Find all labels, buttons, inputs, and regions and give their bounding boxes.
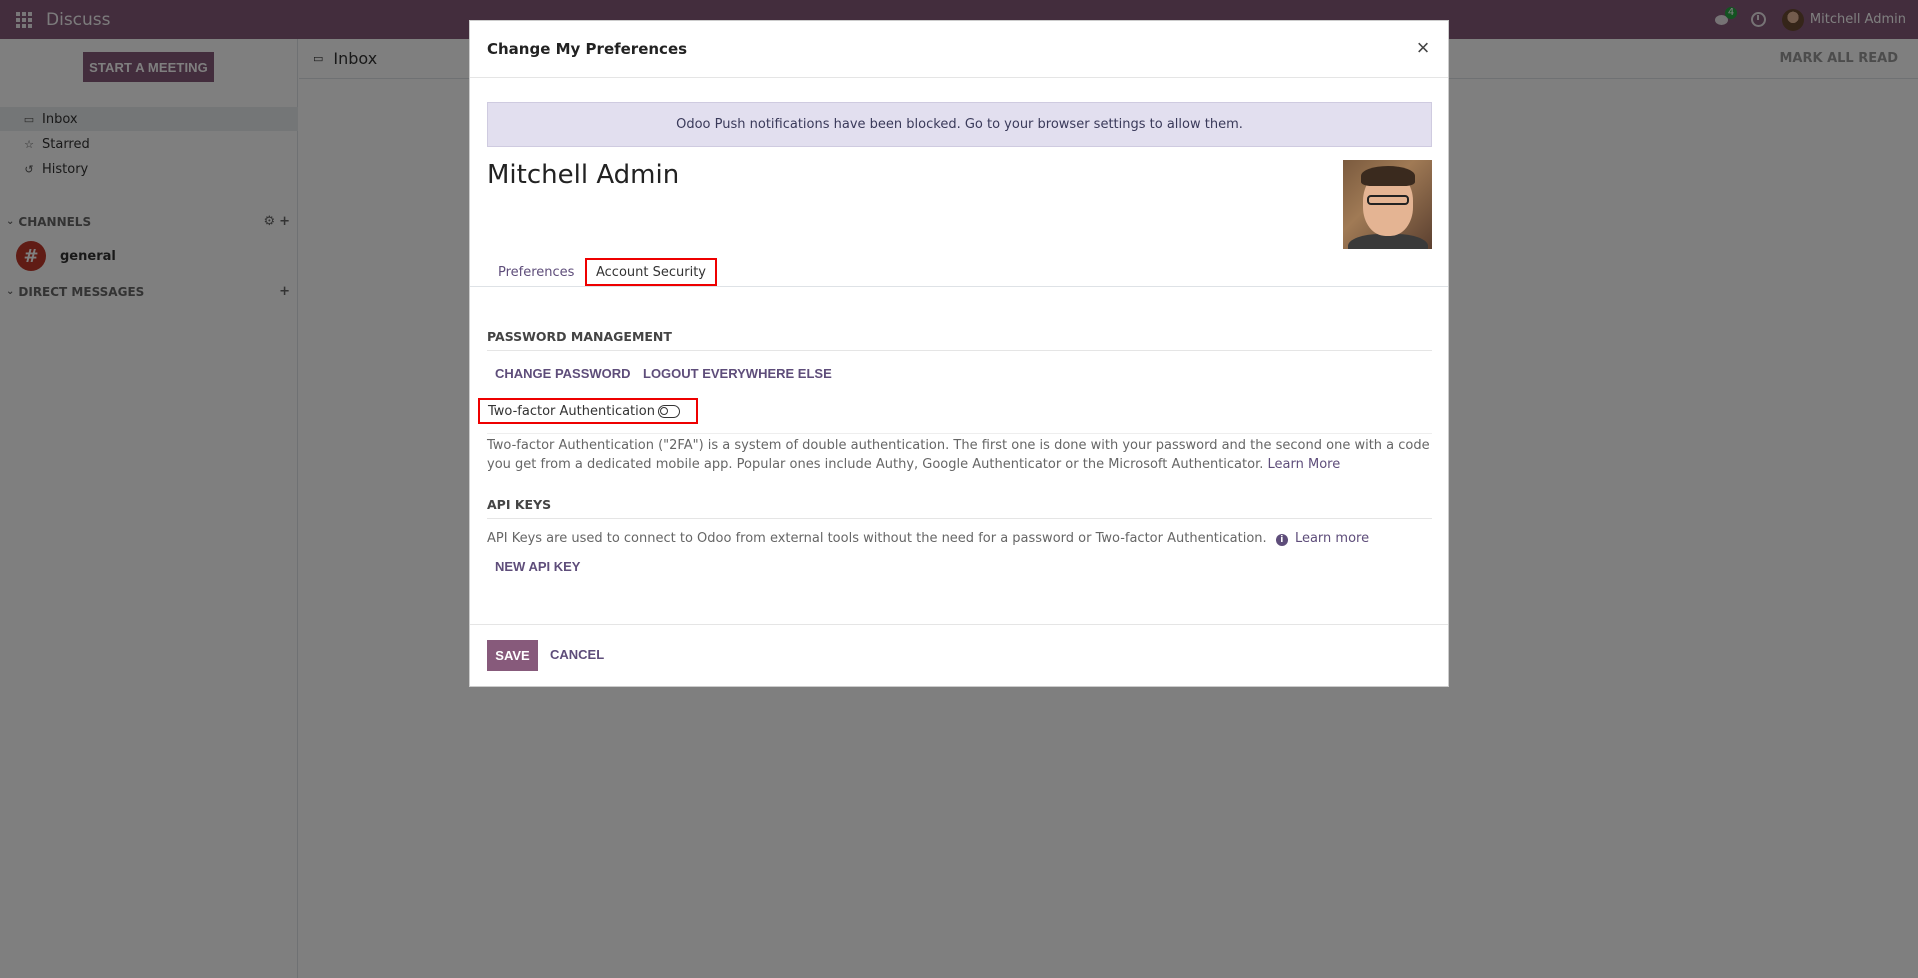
user-name-heading: Mitchell Admin [487,160,680,190]
preferences-dialog: Change My Preferences × Odoo Push notifi… [469,20,1449,687]
dialog-tabs: Preferences Account Security [470,257,1448,287]
two-factor-label: Two-factor Authentication [488,403,655,419]
push-notification-alert: Odoo Push notifications have been blocke… [487,102,1432,147]
dialog-title: Change My Preferences [487,40,688,58]
two-factor-field: Two-factor Authentication [478,398,698,424]
tab-preferences[interactable]: Preferences [498,257,574,287]
save-button[interactable]: SAVE [487,640,538,671]
two-factor-toggle[interactable] [658,405,680,418]
two-factor-learn-more-link[interactable]: Learn More [1268,457,1341,472]
password-management-heading: PASSWORD MANAGEMENT [487,329,1432,351]
user-avatar-image[interactable] [1343,160,1432,249]
new-api-key-button[interactable]: NEW API KEY [495,559,580,574]
cancel-button[interactable]: CANCEL [550,647,604,662]
logout-everywhere-button[interactable]: LOGOUT EVERYWHERE ELSE [643,366,832,381]
api-keys-description-text: API Keys are used to connect to Odoo fro… [487,531,1267,546]
dialog-header: Change My Preferences × [470,21,1448,78]
api-keys-learn-more-link[interactable]: Learn more [1295,531,1369,546]
info-icon: i [1275,534,1288,546]
tab-account-security[interactable]: Account Security [585,258,718,286]
two-factor-description: Two-factor Authentication ("2FA") is a s… [487,433,1432,474]
api-keys-heading: API KEYS [487,497,1432,519]
dialog-footer: SAVE CANCEL [470,624,1448,687]
change-password-button[interactable]: CHANGE PASSWORD [495,366,631,381]
close-icon[interactable]: × [1412,37,1434,59]
api-keys-description: API Keys are used to connect to Odoo fro… [487,529,1432,548]
